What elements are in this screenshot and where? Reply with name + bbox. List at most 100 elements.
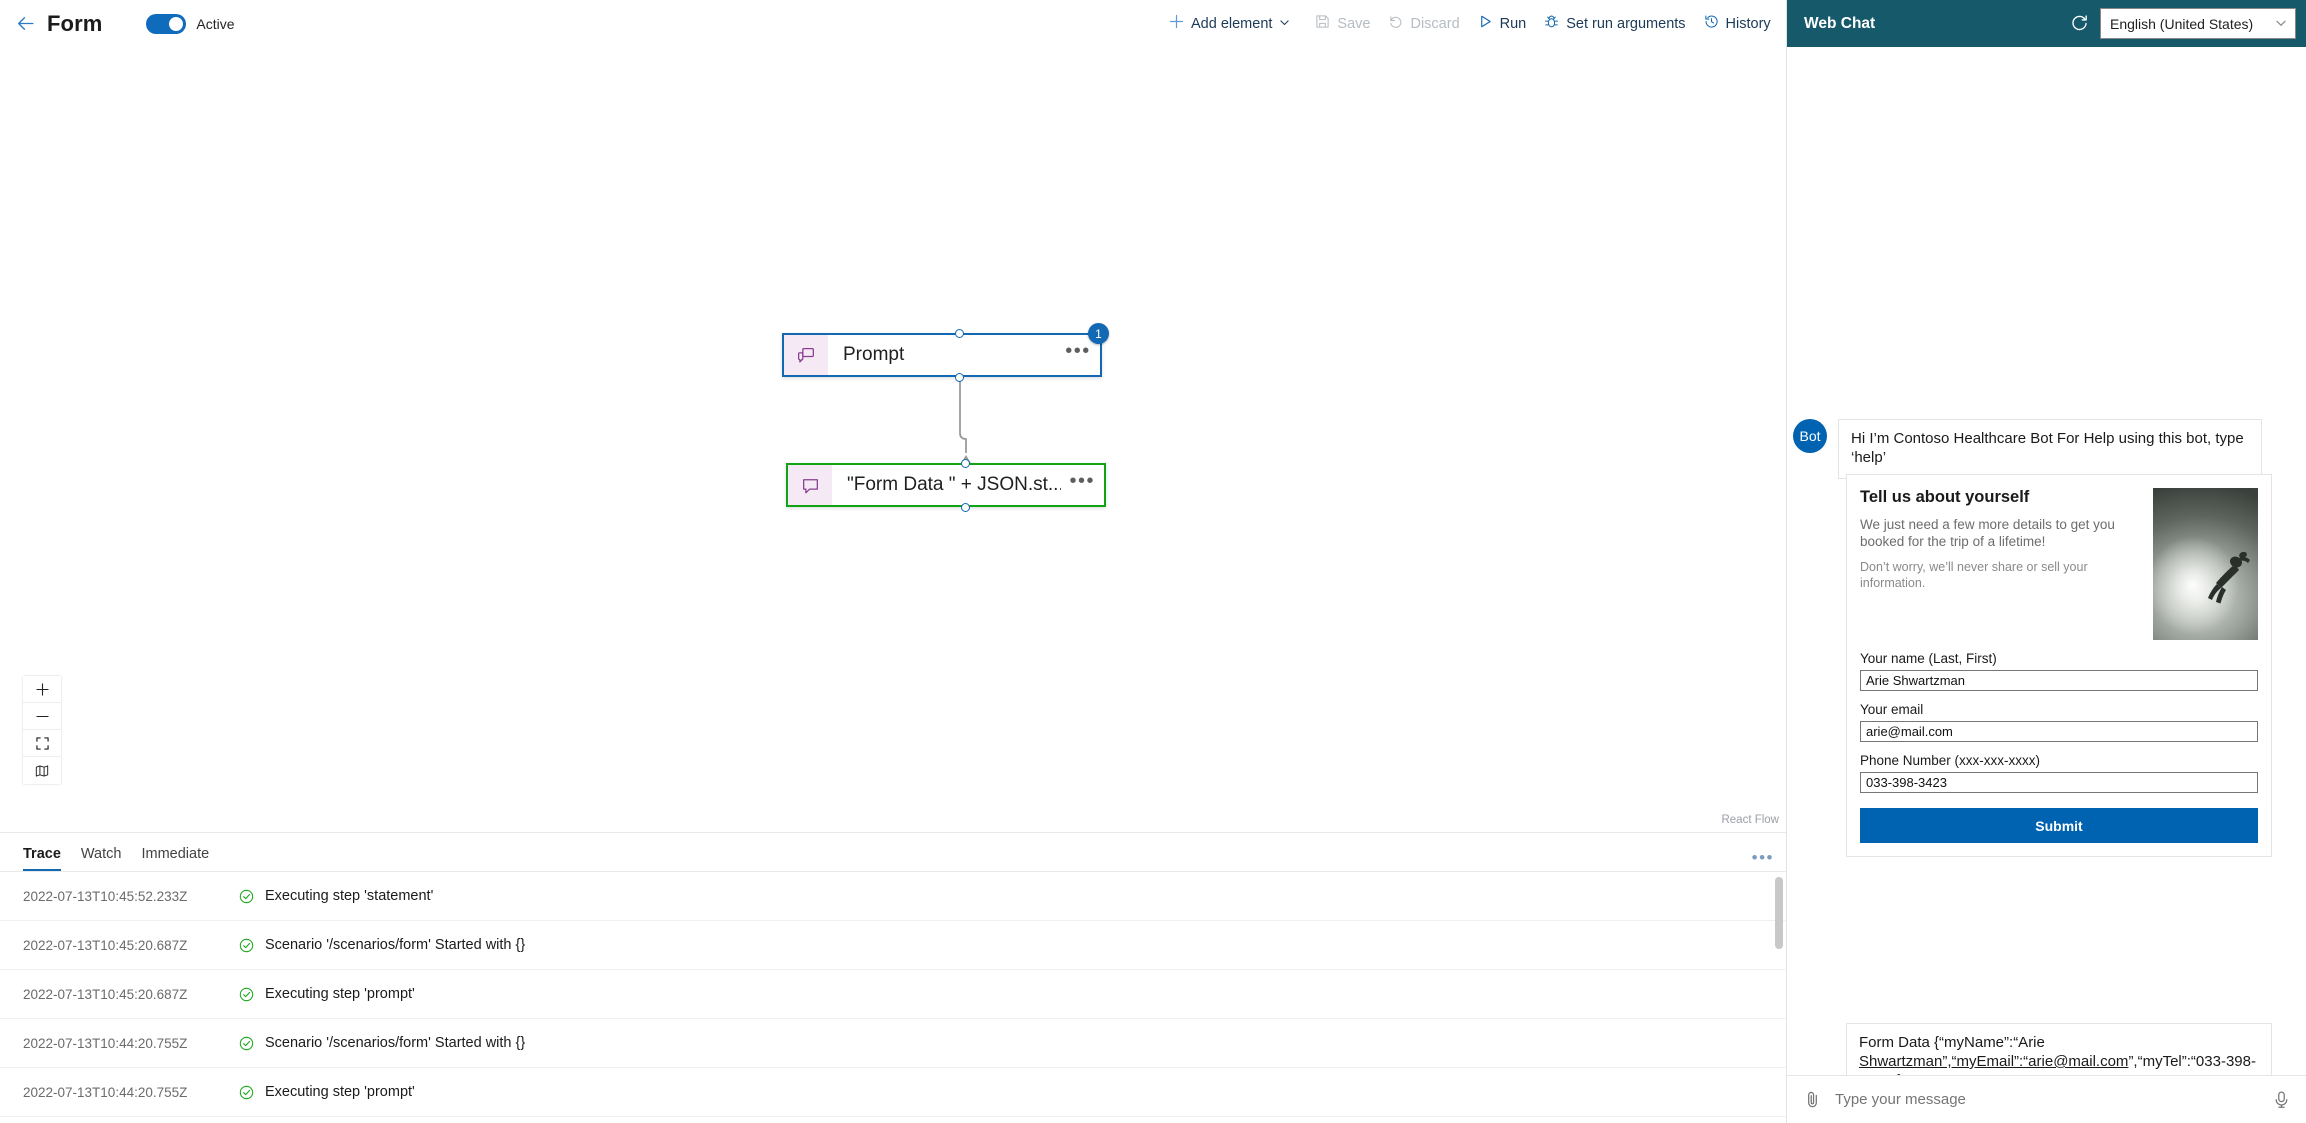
- success-check-icon: [235, 1085, 257, 1100]
- play-triangle-icon: [1478, 14, 1500, 33]
- toggle-knob: [169, 16, 184, 31]
- form-data-link[interactable]: Shwartzman”,“myEmail”:“arie@mail.com: [1859, 1053, 2128, 1070]
- history-button[interactable]: History: [1695, 7, 1780, 41]
- card-field-my-name-label: Your name (Last, First): [1860, 651, 1997, 666]
- diver-silhouette-icon: [2208, 551, 2250, 604]
- flow-handle-prompt-top[interactable]: [955, 329, 964, 338]
- table-row[interactable]: 2022-07-13T10:45:20.687Z Scenario '/scen…: [0, 921, 1786, 970]
- designer-pane: Form Active Add element Save Discard Run…: [0, 0, 1786, 1123]
- trace-message: Executing step 'statement': [265, 888, 434, 904]
- flow-node-prompt[interactable]: Prompt •••: [782, 333, 1102, 377]
- table-row[interactable]: 2022-07-13T10:44:20.755Z Executing step …: [0, 1068, 1786, 1117]
- microphone-icon[interactable]: [2264, 1083, 2298, 1117]
- message-input[interactable]: [1829, 1091, 2264, 1108]
- zoom-in-button[interactable]: [23, 676, 61, 703]
- statement-bubble-icon: [788, 465, 832, 505]
- flow-node-prompt-label: Prompt: [843, 344, 905, 365]
- run-label: Run: [1499, 15, 1527, 32]
- undo-icon: [1388, 14, 1410, 33]
- discard-label: Discard: [1410, 15, 1460, 32]
- plus-icon: [1169, 14, 1191, 33]
- set-run-arguments-button[interactable]: Set run arguments: [1535, 7, 1694, 41]
- zoom-out-button[interactable]: [23, 703, 61, 730]
- add-element-label: Add element: [1191, 15, 1273, 32]
- arrow-left-icon[interactable]: [14, 13, 36, 35]
- adaptive-card-paragraph-1: We just need a few more details to get y…: [1860, 517, 2115, 549]
- trace-row-list[interactable]: 2022-07-13T10:45:52.233Z Executing step …: [0, 871, 1786, 1123]
- trace-tabs: Trace Watch Immediate •••: [0, 833, 1786, 871]
- app-root: Form Active Add element Save Discard Run…: [0, 0, 2306, 1123]
- chevron-down-icon: [2275, 16, 2287, 32]
- trace-timestamp: 2022-07-13T10:45:20.687Z: [23, 986, 188, 1002]
- table-row[interactable]: 2022-07-13T10:43:17.959Z Scenario '/scen…: [0, 1117, 1786, 1123]
- trace-timestamp: 2022-07-13T10:44:20.755Z: [23, 1084, 188, 1100]
- flow-node-statement[interactable]: "Form Data " + JSON.st... •••: [786, 463, 1106, 507]
- fit-view-button[interactable]: [23, 730, 61, 757]
- tab-watch[interactable]: Watch: [71, 846, 132, 871]
- active-toggle[interactable]: Active: [146, 13, 235, 34]
- submit-button[interactable]: Submit: [1860, 808, 2258, 843]
- designer-toolbar: Add element Save Discard Run Set run arg…: [1160, 0, 1780, 47]
- flow-handle-prompt-bottom[interactable]: [955, 373, 964, 382]
- web-chat-header: Web Chat English (United States): [1787, 0, 2306, 47]
- set-run-arguments-label: Set run arguments: [1566, 15, 1686, 32]
- flow-node-prompt-menu[interactable]: •••: [1056, 341, 1100, 364]
- history-clock-icon: [1704, 14, 1726, 33]
- my-email-input[interactable]: [1860, 721, 2258, 742]
- active-toggle-label: Active: [196, 15, 235, 32]
- history-label: History: [1725, 15, 1771, 32]
- paperclip-icon[interactable]: [1795, 1083, 1829, 1117]
- discard-button[interactable]: Discard: [1379, 7, 1468, 41]
- success-check-icon: [235, 938, 257, 953]
- trace-message: Scenario '/scenarios/form' Started with …: [265, 1035, 526, 1051]
- chevron-down-icon: [1279, 16, 1297, 32]
- web-chat-title: Web Chat: [1804, 14, 1876, 32]
- scuba-diver-image: [2153, 488, 2258, 640]
- trace-timestamp: 2022-07-13T10:45:52.233Z: [23, 888, 188, 904]
- flow-node-statement-label: "Form Data " + JSON.st...: [847, 474, 1061, 495]
- card-field-my-name: Your name (Last, First): [1860, 651, 2258, 691]
- add-element-button[interactable]: Add element: [1160, 7, 1306, 41]
- react-flow-attribution: React Flow: [1721, 814, 1779, 826]
- success-check-icon: [235, 987, 257, 1002]
- adaptive-card-text: Tell us about yourself We just need a fe…: [1860, 488, 2153, 640]
- save-button[interactable]: Save: [1306, 7, 1379, 41]
- bot-greeting-text: Hi I’m Contoso Healthcare Bot For Help u…: [1838, 419, 2262, 479]
- trace-timestamp: 2022-07-13T10:44:20.755Z: [23, 1035, 188, 1051]
- card-field-my-tel: Phone Number (xxx-xxx-xxxx): [1860, 753, 2258, 793]
- adaptive-card-top: Tell us about yourself We just need a fe…: [1860, 488, 2258, 640]
- card-actions: Submit: [1860, 808, 2258, 856]
- flow-node-statement-menu[interactable]: •••: [1061, 471, 1104, 494]
- adaptive-card-form: Tell us about yourself We just need a fe…: [1846, 474, 2272, 857]
- my-name-input[interactable]: [1860, 670, 2258, 691]
- table-row[interactable]: 2022-07-13T10:45:20.687Z Executing step …: [0, 970, 1786, 1019]
- tab-trace[interactable]: Trace: [13, 846, 71, 871]
- table-row[interactable]: 2022-07-13T10:44:20.755Z Scenario '/scen…: [0, 1019, 1786, 1068]
- flow-edge-prompt-to-statement: [959, 379, 972, 464]
- run-button[interactable]: Run: [1469, 7, 1536, 41]
- trace-overflow-menu[interactable]: •••: [1752, 849, 1774, 866]
- flow-handle-statement-top[interactable]: [961, 459, 970, 468]
- flow-handle-statement-bottom[interactable]: [961, 503, 970, 512]
- trace-scrollbar[interactable]: [1775, 877, 1783, 949]
- web-chat-composer: [1787, 1075, 2306, 1123]
- save-label: Save: [1337, 15, 1371, 32]
- web-chat-transcript[interactable]: Bot Hi I’m Contoso Healthcare Bot For He…: [1787, 47, 2306, 1075]
- canvas-zoom-controls: [23, 676, 61, 784]
- refresh-icon[interactable]: [2066, 11, 2092, 37]
- card-field-my-email-label: Your email: [1860, 702, 1924, 717]
- flow-canvas[interactable]: Prompt ••• 1 "Form Data " + JSON.st... •…: [0, 47, 1786, 833]
- bug-icon: [1544, 14, 1566, 33]
- my-tel-input[interactable]: [1860, 772, 2258, 793]
- page-title: Form: [47, 10, 103, 36]
- prompt-bubbles-icon: [784, 335, 828, 375]
- map-icon[interactable]: [23, 757, 61, 784]
- trace-message: Scenario '/scenarios/form' Started with …: [265, 937, 526, 953]
- adaptive-card-paragraph-2: Don’t worry, we’ll never share or sell y…: [1860, 560, 2088, 590]
- language-select[interactable]: English (United States): [2100, 8, 2296, 39]
- success-check-icon: [235, 889, 257, 904]
- trace-timestamp: 2022-07-13T10:45:20.687Z: [23, 937, 188, 953]
- card-field-my-email: Your email: [1860, 702, 2258, 742]
- table-row[interactable]: 2022-07-13T10:45:52.233Z Executing step …: [0, 872, 1786, 921]
- tab-immediate[interactable]: Immediate: [131, 846, 219, 871]
